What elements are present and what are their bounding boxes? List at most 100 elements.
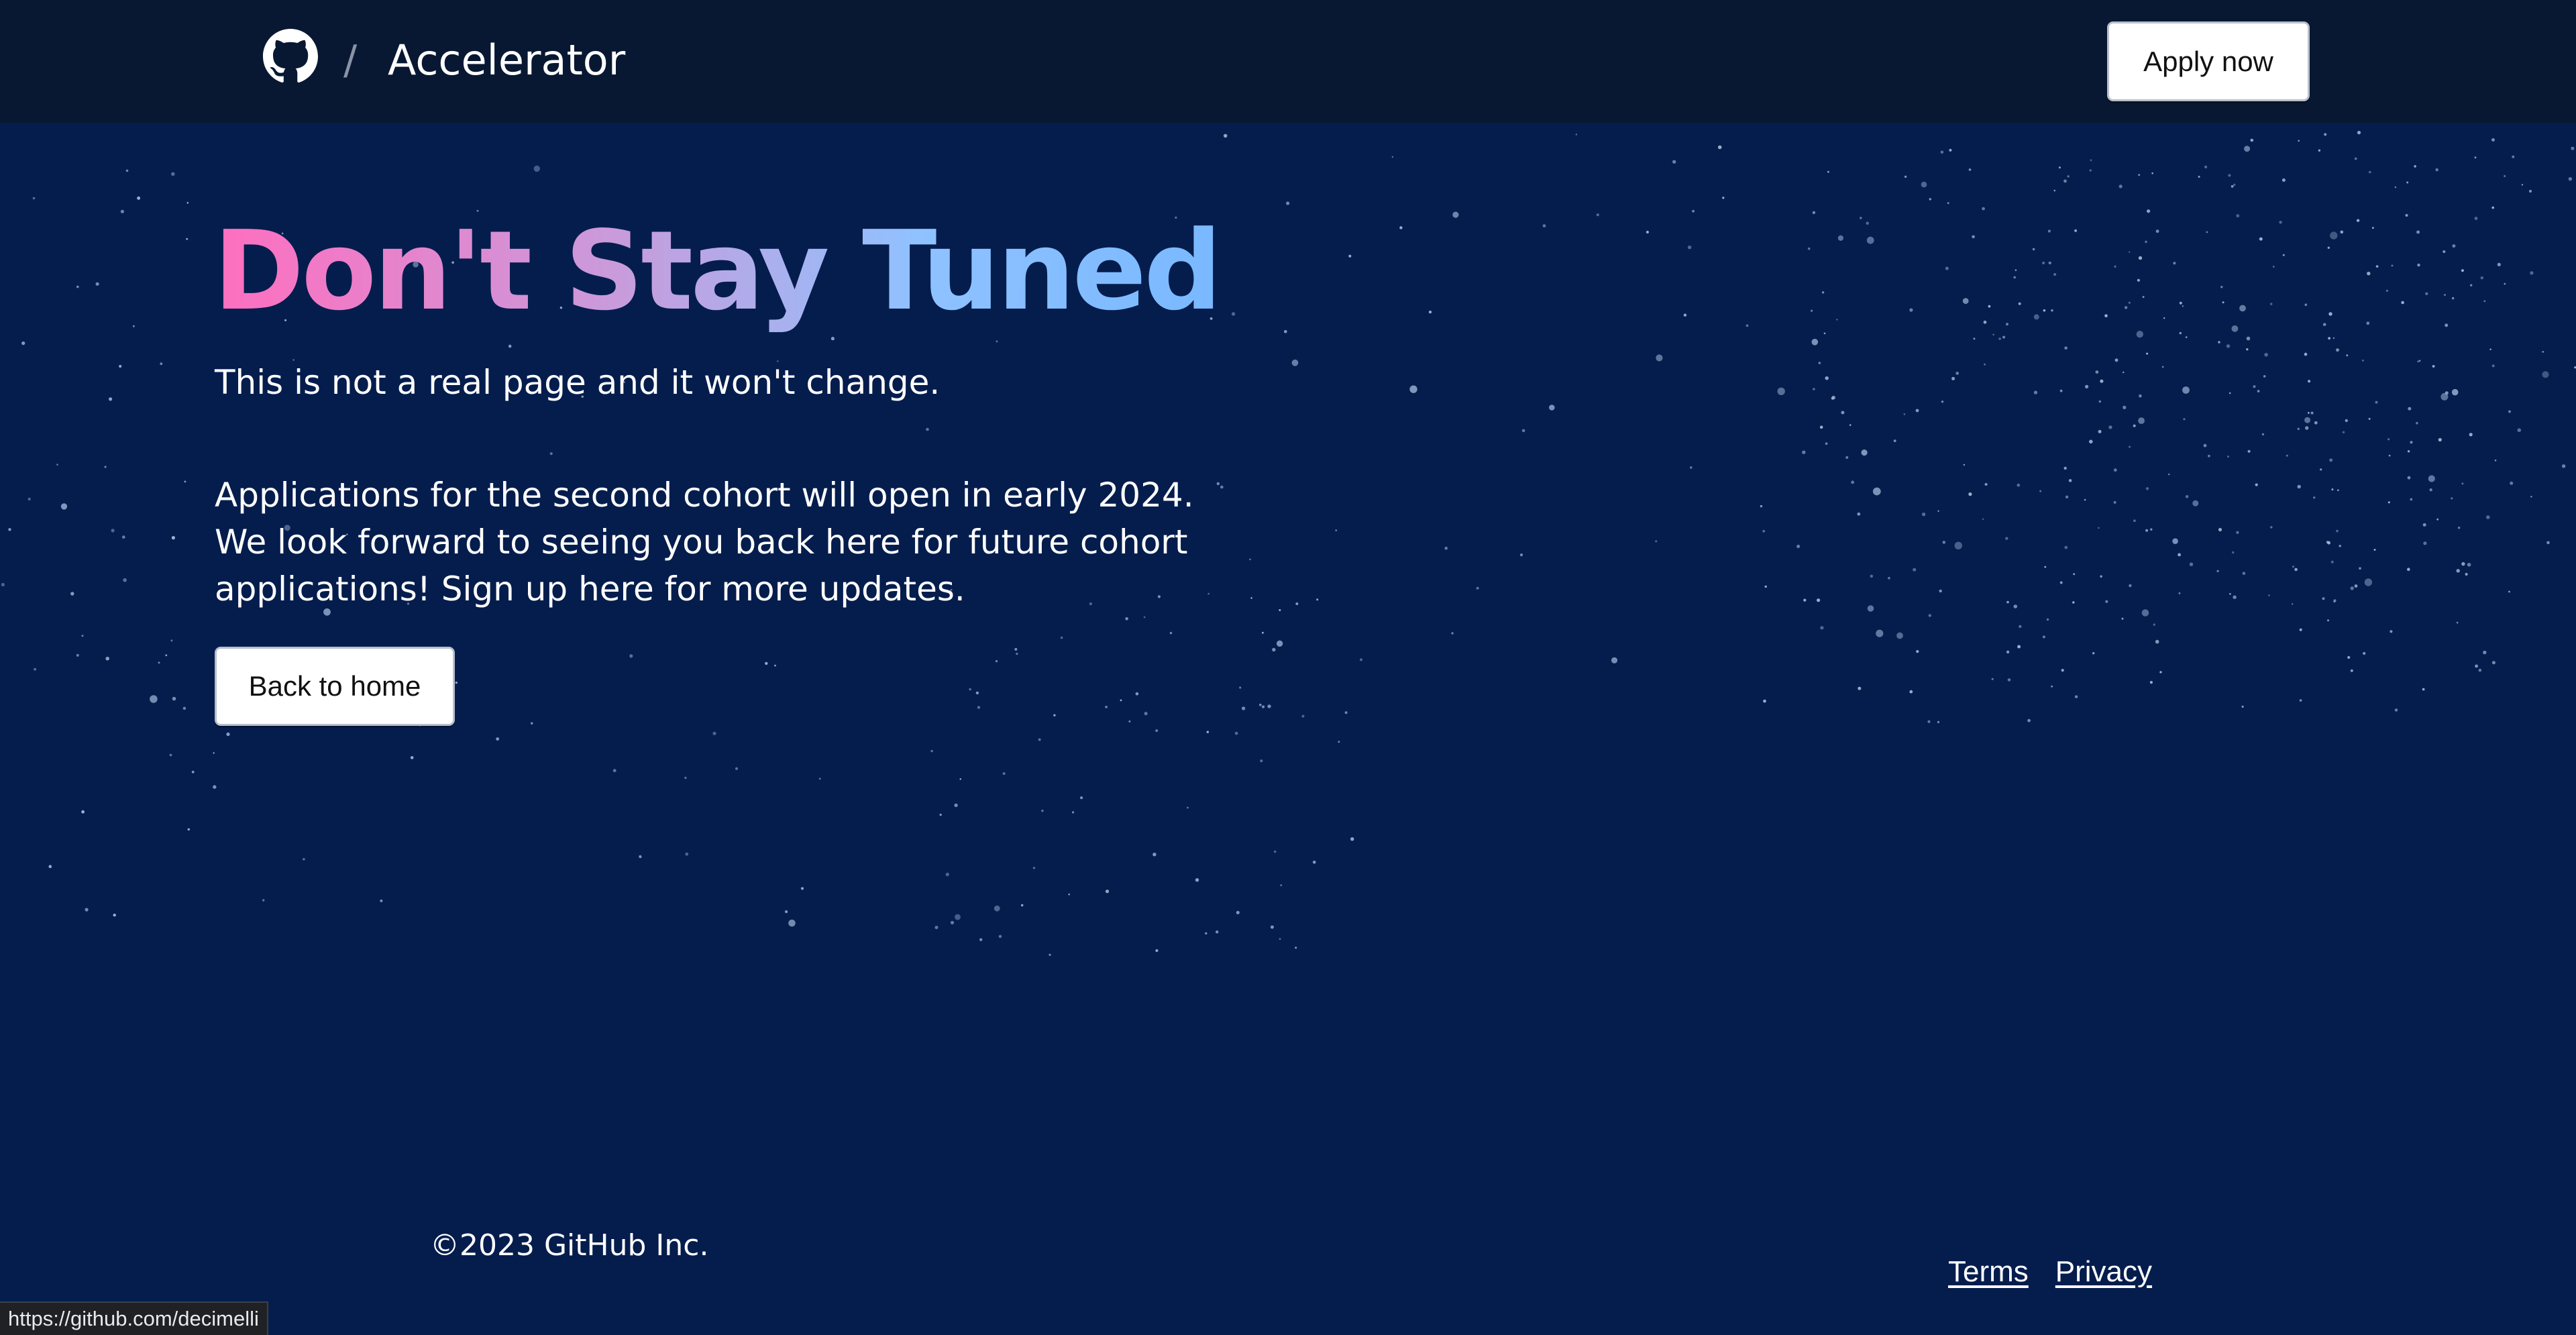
star [1135,692,1139,696]
star [1760,504,1763,508]
star [2410,441,2413,444]
star [969,688,971,691]
star [2366,321,2370,325]
star [508,344,512,348]
star [2185,495,2189,498]
star [2047,229,2051,233]
star [1452,211,1459,218]
star [2006,600,2009,604]
star [2092,652,2095,655]
github-logo-icon[interactable] [263,29,318,84]
star [2428,475,2435,482]
star [2063,179,2067,183]
star [303,858,305,861]
star [2100,575,2102,578]
star [2155,639,2159,644]
footer-copyright: ©2023 GitHub Inc. [430,1228,709,1263]
star [830,337,835,341]
star [2406,181,2409,184]
star [2095,370,2099,374]
star [2521,184,2524,186]
star [1155,949,1159,952]
star [1951,376,1955,380]
star [2017,483,2021,487]
star [950,920,955,924]
star [2337,489,2339,491]
star [2346,354,2349,357]
star [1250,597,1252,599]
star [2333,600,2336,603]
star [2304,352,2308,356]
star [170,639,173,642]
star [1939,589,1942,593]
star [1451,632,1454,635]
star [2387,501,2390,504]
star [2529,190,2532,193]
star [2299,628,2302,631]
star [2085,384,2089,389]
star [2336,529,2339,533]
star [1656,354,1663,362]
star [2138,174,2141,176]
star [2051,309,2053,312]
star [2178,592,2181,594]
star [2425,292,2428,295]
page: / Accelerator Apply now Don't Stay Tuned… [0,0,2576,1335]
star [1206,731,1210,733]
star [2098,429,2102,433]
star [2206,231,2208,233]
star [1811,309,1813,312]
star [1187,806,1189,809]
star [818,778,821,780]
star [2368,418,2371,420]
star [1476,586,1479,590]
browser-status-url: https://github.com/decimelli [0,1301,268,1335]
star [1692,209,1695,213]
star [2139,394,2142,398]
star [2327,541,2330,545]
apply-now-button[interactable]: Apply now [2107,21,2310,101]
star [2270,526,2273,529]
star [2098,400,2101,403]
star [2504,175,2506,177]
star [56,464,58,466]
star [2159,671,2162,674]
star [1239,686,1242,689]
star [2489,348,2491,351]
star [2129,445,2131,448]
star [2494,460,2497,462]
star [2354,584,2358,588]
star [105,656,109,661]
star [2051,685,2053,688]
star [1338,741,1340,743]
star [735,767,738,770]
star [2350,669,2353,672]
star [2372,227,2374,229]
star [1144,712,1148,716]
star [380,899,383,902]
star [1998,337,2001,340]
star [2121,617,2124,620]
star [2005,537,2008,540]
star [1399,226,1403,229]
terms-link[interactable]: Terms [1948,1250,2029,1293]
star [2461,562,2465,566]
star [1817,598,1821,602]
star [113,913,116,917]
star [2375,265,2379,268]
star [1803,598,1807,602]
star [1195,878,1199,882]
star [2456,569,2460,573]
star [2429,488,2432,492]
brand-title[interactable]: Accelerator [388,34,625,87]
star [213,785,217,789]
star [1937,510,1939,512]
star [1231,312,1236,316]
star [1928,614,1931,617]
back-to-home-button[interactable]: Back to home [215,647,455,726]
star [2114,265,2116,268]
star [1927,720,1931,723]
star [2118,184,2123,189]
star [1041,809,1044,812]
privacy-link[interactable]: Privacy [2055,1250,2152,1293]
